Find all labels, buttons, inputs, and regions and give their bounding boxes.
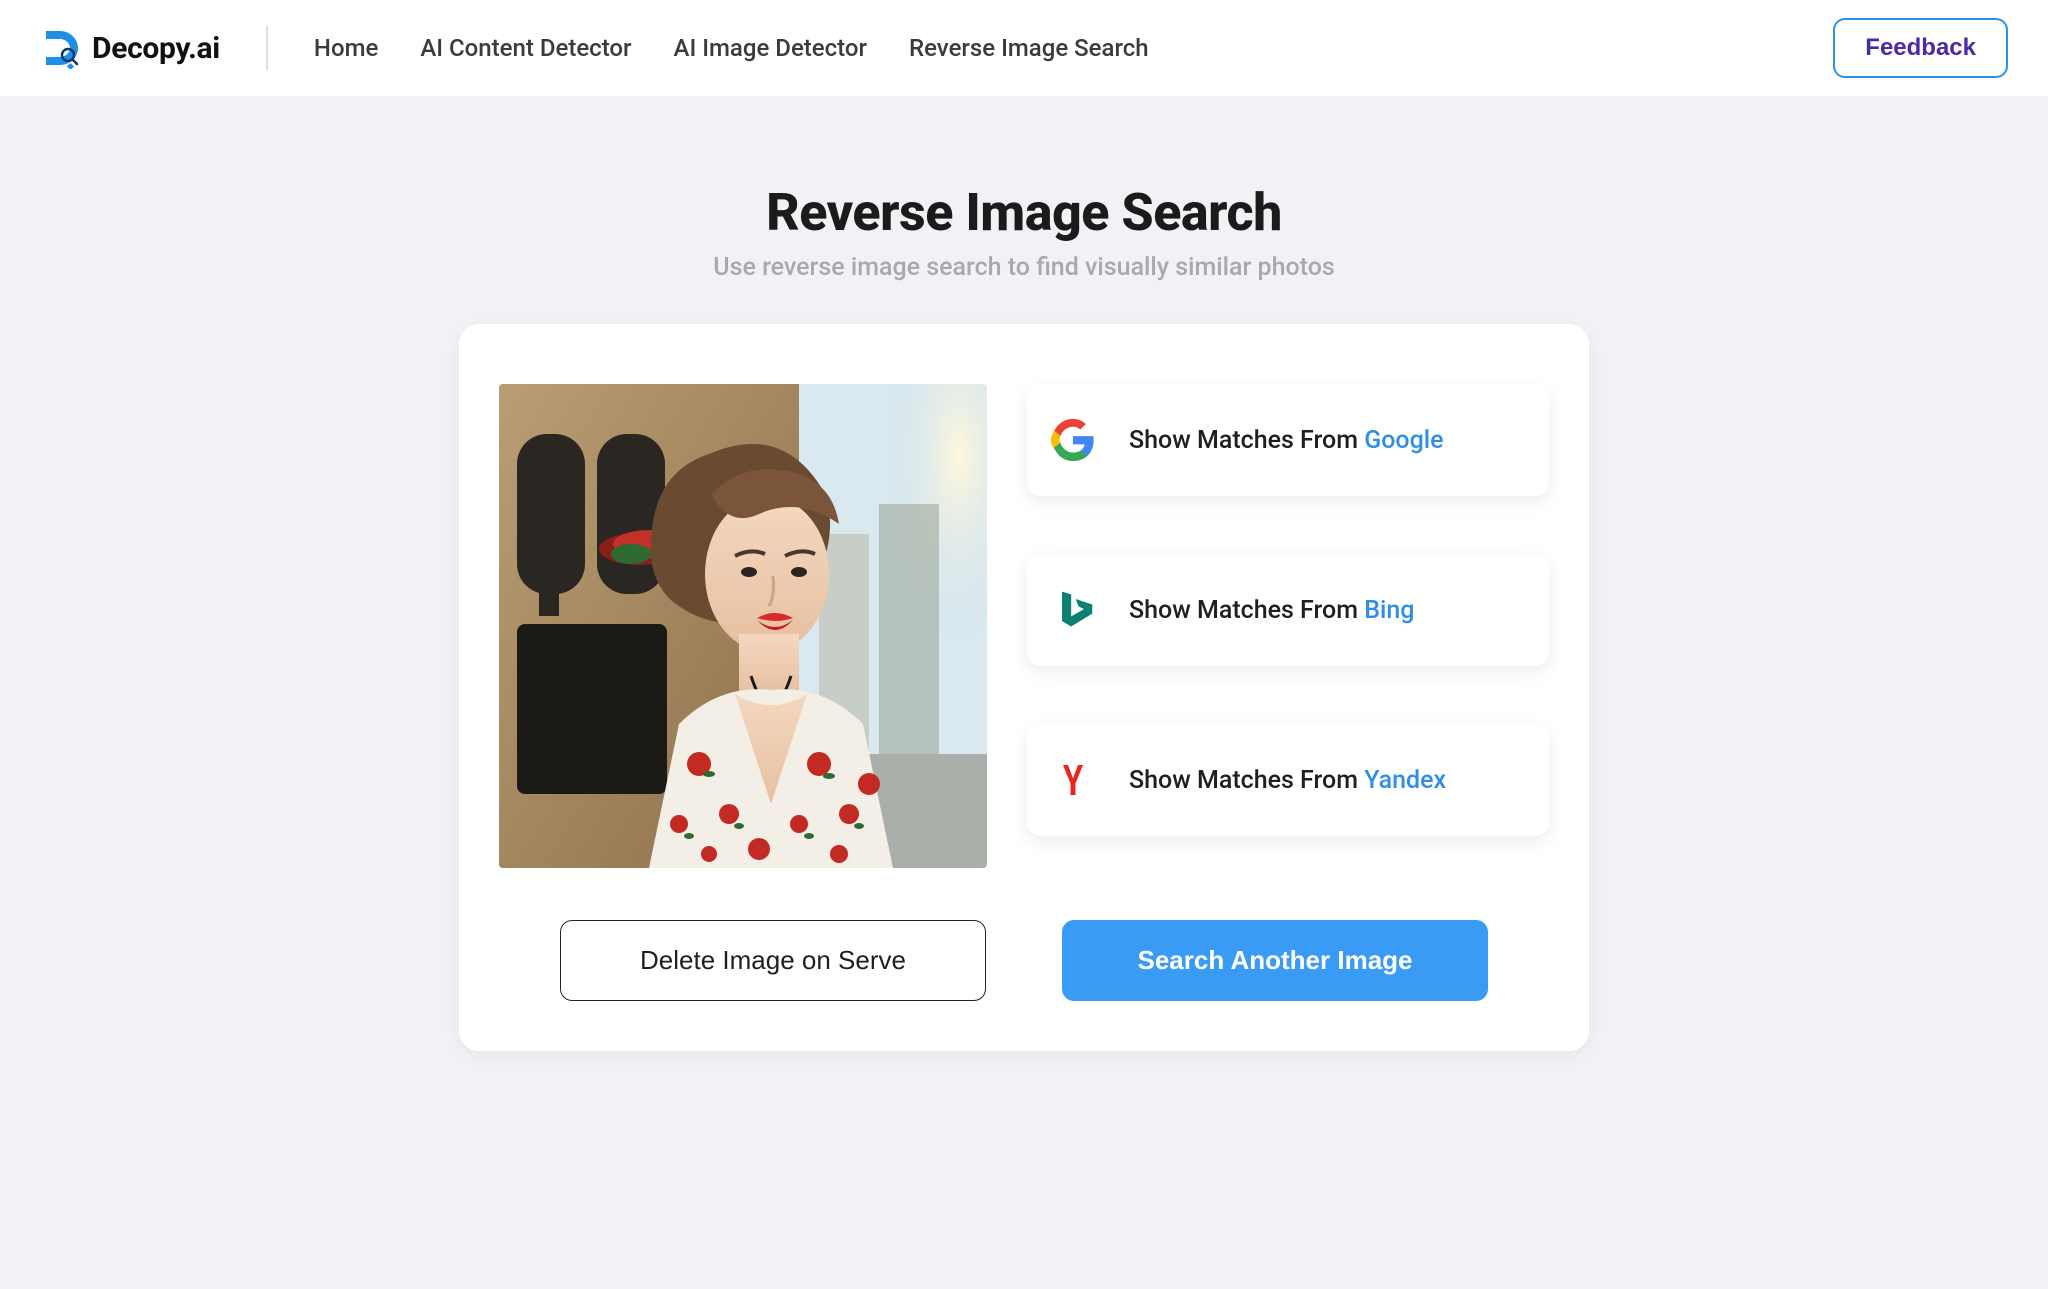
match-google[interactable]: Show Matches From Google [1027, 384, 1549, 496]
content-row: Show Matches From Google Show Matches Fr… [499, 384, 1549, 868]
uploaded-image-preview [499, 384, 987, 868]
match-brand-google: Google [1364, 426, 1443, 455]
action-row: Delete Image on Serve Search Another Ima… [499, 920, 1549, 1001]
divider [266, 26, 268, 70]
feedback-button[interactable]: Feedback [1833, 18, 2008, 78]
match-prefix: Show Matches From [1129, 426, 1364, 455]
page-title: Reverse Image Search [0, 182, 2048, 243]
match-prefix: Show Matches From [1129, 596, 1364, 625]
page-heading: Reverse Image Search Use reverse image s… [0, 182, 2048, 282]
search-another-image-button[interactable]: Search Another Image [1062, 920, 1488, 1001]
yandex-icon [1051, 758, 1095, 802]
logo[interactable]: Decopy.ai [40, 27, 220, 69]
match-yandex-text: Show Matches From Yandex [1129, 766, 1446, 795]
logo-icon [40, 27, 82, 69]
match-list: Show Matches From Google Show Matches Fr… [1027, 384, 1549, 836]
google-icon [1051, 418, 1095, 462]
match-bing[interactable]: Show Matches From Bing [1027, 554, 1549, 666]
bing-icon [1051, 588, 1095, 632]
match-brand-yandex: Yandex [1364, 766, 1446, 795]
logo-text: Decopy.ai [92, 31, 220, 66]
nav-ai-image-detector[interactable]: AI Image Detector [674, 34, 867, 62]
match-yandex[interactable]: Show Matches From Yandex [1027, 724, 1549, 836]
match-prefix: Show Matches From [1129, 766, 1364, 795]
nav-home[interactable]: Home [314, 34, 378, 62]
match-bing-text: Show Matches From Bing [1129, 596, 1414, 625]
nav-ai-content-detector[interactable]: AI Content Detector [420, 34, 631, 62]
match-google-text: Show Matches From Google [1129, 426, 1444, 455]
main-nav: Home AI Content Detector AI Image Detect… [314, 34, 1793, 62]
page-subtitle: Use reverse image search to find visuall… [0, 253, 2048, 282]
results-card: Show Matches From Google Show Matches Fr… [459, 324, 1589, 1051]
nav-reverse-image-search[interactable]: Reverse Image Search [909, 34, 1149, 62]
match-brand-bing: Bing [1364, 596, 1414, 625]
header: Decopy.ai Home AI Content Detector AI Im… [0, 0, 2048, 96]
delete-image-button[interactable]: Delete Image on Serve [560, 920, 986, 1001]
